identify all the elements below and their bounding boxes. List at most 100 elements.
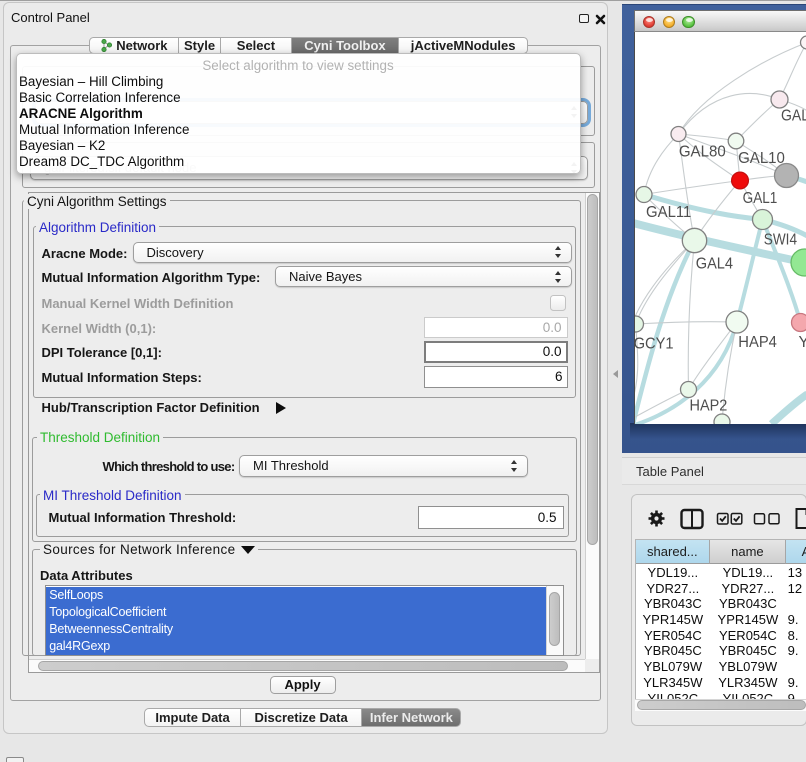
table-row[interactable]: YBR043CYBR043C [636, 596, 806, 612]
toolbar-icon-shape [796, 509, 806, 528]
table-row[interactable]: YPR145WYPR145W9. [636, 612, 806, 628]
popup-item[interactable]: Dream8 DC_TDC Algorithm [17, 154, 580, 170]
node-gal10[interactable] [728, 133, 744, 149]
network-edge[interactable] [635, 322, 737, 324]
tab-network[interactable]: Network [89, 37, 179, 54]
node-gcy1[interactable] [635, 316, 644, 332]
settings-hscrollbar-thumb[interactable] [38, 661, 568, 672]
node-swi4[interactable] [752, 210, 772, 230]
deselect-all-icon[interactable] [754, 514, 779, 524]
data-attributes-list[interactable]: SelfLoopsTopologicalCoefficientBetweenne… [45, 585, 564, 656]
network-canvas[interactable]: GALGAL80GAL10GAL1GAL11SWI4GAL4GCY1HAP4YH… [634, 32, 806, 424]
attribute-item[interactable]: TopologicalCoefficient [46, 604, 548, 621]
node-gray[interactable] [774, 164, 798, 188]
tab-select[interactable]: Select [221, 37, 293, 54]
table-hscrollbar-thumb[interactable] [637, 700, 806, 710]
table-column-header[interactable]: name [710, 540, 785, 564]
popup-item[interactable]: Mutual Information Inference [17, 122, 580, 138]
split-divider-arrow-icon[interactable] [613, 370, 618, 378]
float-panel-icon[interactable] [579, 14, 589, 23]
tab-discretize-data[interactable]: Discretize Data [241, 708, 363, 727]
node-gal80[interactable] [671, 127, 686, 142]
mi-threshold-field[interactable]: 0.5 [418, 506, 564, 530]
attributes-scrollbar-track[interactable] [546, 586, 563, 655]
table-row[interactable]: YDR27...YDR27...12 [636, 580, 806, 596]
node-gal[interactable] [771, 91, 788, 108]
data-attributes-label: Data Attributes [40, 568, 133, 583]
zoom-traffic-light[interactable] [682, 16, 695, 29]
dpi-tolerance-field[interactable]: 0.0 [424, 341, 568, 363]
which-threshold-combo[interactable]: MI Threshold [239, 455, 528, 477]
sources-group-title-text: Sources for Network Inference [43, 542, 235, 557]
table-row[interactable]: YDL19...YDL19...13 [636, 565, 806, 581]
network-edge[interactable] [644, 134, 679, 195]
manual-kernel-checkbox[interactable] [550, 295, 566, 311]
mi-type-combo[interactable]: Naive Bayes [275, 266, 572, 287]
table-cell: 9. [786, 612, 806, 628]
node-hap4[interactable] [726, 311, 748, 333]
new-document-icon[interactable] [796, 509, 806, 528]
node-salmon[interactable] [791, 314, 806, 332]
network-icon-node [107, 43, 111, 47]
algorithm-definition-title: Algorithm Definition [36, 220, 159, 235]
node-hap2[interactable] [680, 382, 696, 398]
node-gal1[interactable] [731, 172, 748, 189]
node-top[interactable] [800, 36, 806, 49]
popup-item[interactable]: Bayesian – Hill Climbing [17, 74, 580, 90]
network-window-titlebar[interactable] [634, 10, 806, 32]
tab-impute-data[interactable]: Impute Data [144, 708, 241, 727]
table-toolbar [631, 504, 806, 534]
algorithm-dropdown-popup: Select algorithm to view settings Bayesi… [16, 53, 581, 174]
hub-expand-arrow-icon[interactable] [276, 402, 286, 414]
network-node-label: GAL [781, 108, 806, 125]
hub-definition-label: Hub/Transcription Factor Definition [42, 400, 260, 415]
node-gal11[interactable] [636, 187, 652, 203]
table-cell: YBR043C [636, 596, 711, 612]
close-icon[interactable] [595, 14, 606, 25]
network-edge[interactable] [736, 100, 780, 142]
table-row[interactable]: YBL079WYBL079W [636, 659, 806, 675]
tab-jactivemnodules[interactable]: jActiveMNodules [399, 37, 529, 54]
popup-item[interactable]: Bayesian – K2 [17, 138, 580, 154]
attribute-item[interactable]: gal4RGexp [46, 638, 548, 655]
select-all-icon[interactable] [717, 514, 741, 525]
table-column-header[interactable]: A [786, 540, 806, 564]
node-bottom[interactable] [714, 414, 730, 424]
mi-steps-field[interactable]: 6 [424, 366, 568, 388]
apply-button[interactable]: Apply [270, 676, 336, 695]
network-edge[interactable] [644, 181, 740, 195]
network-edge[interactable] [688, 322, 737, 390]
kernel-width-field[interactable]: 0.0 [424, 317, 568, 339]
bottom-corner-icon[interactable] [6, 757, 24, 762]
minimize-traffic-light[interactable] [663, 16, 676, 29]
tab-cyni-toolbox[interactable]: Cyni Toolbox [292, 37, 399, 54]
node-table[interactable]: shared...nameA YDL19...YDL19...13YDR27..… [635, 539, 806, 711]
tab-discretize-data-label: Discretize Data [254, 710, 347, 725]
network-edge[interactable] [779, 43, 806, 100]
tab-style[interactable]: Style [179, 37, 220, 54]
popup-item[interactable]: Basic Correlation Inference [17, 90, 580, 106]
settings-vscrollbar-thumb[interactable] [587, 194, 598, 545]
node-biggreen[interactable] [791, 249, 806, 276]
popup-item[interactable]: ARACNE Algorithm [17, 106, 580, 122]
aracne-mode-combo[interactable]: Discovery [133, 242, 573, 263]
popup-prompt: Select algorithm to view settings [17, 58, 580, 74]
gear-icon[interactable] [648, 511, 664, 527]
node-gal4[interactable] [682, 228, 706, 252]
tab-infer-network[interactable]: Infer Network [362, 708, 461, 727]
table-cell: YER054C [636, 627, 711, 643]
attributes-scrollbar-thumb[interactable] [549, 592, 560, 646]
network-node-label: GAL80 [678, 144, 725, 161]
table-row[interactable]: YLR345WYLR345W9. [636, 675, 806, 691]
attribute-item[interactable]: BetweennessCentrality [46, 621, 548, 638]
table-row[interactable]: YBR045CYBR045C9. [636, 643, 806, 659]
network-edge[interactable] [688, 241, 694, 390]
attribute-item[interactable]: SelfLoops [46, 587, 548, 604]
table-column-header[interactable]: shared... [636, 540, 711, 564]
table-row[interactable]: YER054CYER054C8. [636, 627, 806, 643]
split-view-icon[interactable] [681, 510, 702, 528]
sources-collapse-arrow-icon[interactable] [241, 546, 255, 554]
toolbar-icon-shape [654, 516, 658, 520]
network-edge[interactable] [771, 394, 806, 424]
table-cell: YDL19... [636, 565, 711, 581]
